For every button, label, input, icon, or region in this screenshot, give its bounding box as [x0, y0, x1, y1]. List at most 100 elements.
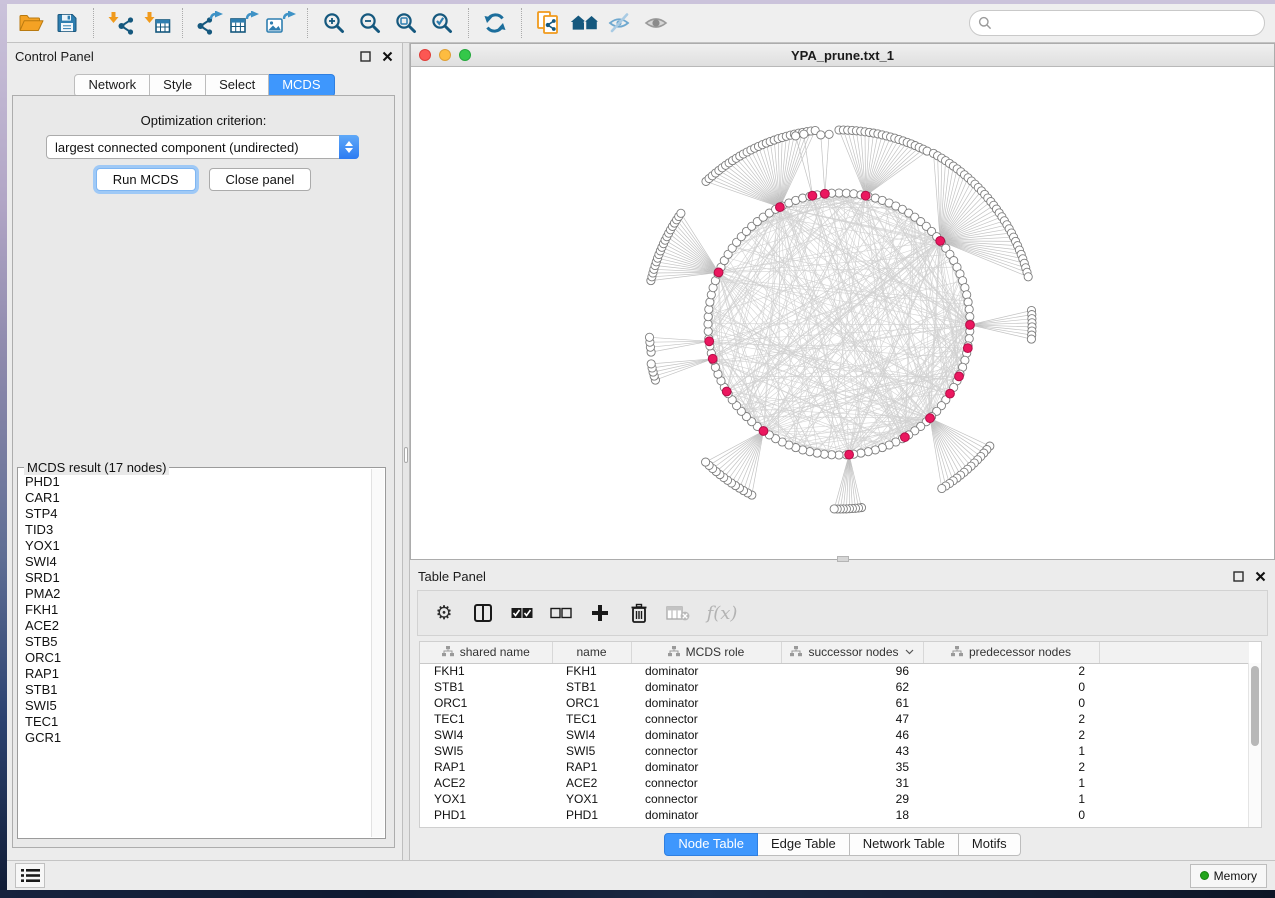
export-image-icon[interactable]: [265, 7, 297, 39]
add-column-icon[interactable]: [588, 600, 612, 626]
mcds-result-item[interactable]: STB5: [19, 634, 371, 650]
mcds-result-item[interactable]: STB1: [19, 682, 371, 698]
mcds-result-group: MCDS result (17 nodes) PHD1CAR1STP4TID3Y…: [17, 467, 386, 839]
duplicate-network-icon[interactable]: [532, 7, 564, 39]
horizontal-splitter-handle[interactable]: [837, 556, 849, 562]
table-panel-header: Table Panel: [410, 563, 1275, 589]
mcds-list-scrollbar[interactable]: [371, 469, 384, 837]
import-network-icon[interactable]: [104, 7, 136, 39]
column-label: shared name: [460, 645, 530, 659]
table-row[interactable]: SWI5SWI5connector431: [420, 743, 1249, 759]
zoom-in-icon[interactable]: [318, 7, 350, 39]
mcds-result-item[interactable]: TEC1: [19, 714, 371, 730]
control-panel-tabs: NetworkStyleSelectMCDS: [7, 74, 402, 97]
delete-table-icon[interactable]: [666, 600, 690, 626]
table-settings-icon[interactable]: ⚙︎: [432, 600, 456, 626]
mcds-result-item[interactable]: ACE2: [19, 618, 371, 634]
zoom-selected-icon[interactable]: [426, 7, 458, 39]
fx-label: f(x): [707, 603, 738, 624]
mcds-result-item[interactable]: SRD1: [19, 570, 371, 586]
close-panel-icon[interactable]: [1254, 570, 1267, 583]
control-panel: Control Panel NetworkStyleSelectMCDS Opt…: [7, 43, 402, 860]
table-scrollbar[interactable]: [1248, 663, 1261, 827]
table-row[interactable]: ORC1ORC1dominator610: [420, 695, 1249, 711]
mcds-result-item[interactable]: YOX1: [19, 538, 371, 554]
tab-style[interactable]: Style: [150, 74, 206, 97]
float-panel-icon[interactable]: [1232, 570, 1245, 583]
save-session-icon[interactable]: [51, 7, 83, 39]
mcds-result-item[interactable]: PHD1: [19, 474, 371, 490]
mcds-result-item[interactable]: GCR1: [19, 730, 371, 746]
cell: PHD1: [420, 807, 552, 823]
task-history-button[interactable]: [15, 863, 45, 888]
cell-filler: [1099, 743, 1249, 759]
tab-select[interactable]: Select: [206, 74, 269, 97]
table-scrollbar-thumb[interactable]: [1251, 666, 1259, 746]
export-network-icon[interactable]: [193, 7, 225, 39]
cell-filler: [1099, 759, 1249, 775]
tab-mcds[interactable]: MCDS: [269, 74, 334, 97]
tab-motifs[interactable]: Motifs: [959, 833, 1021, 856]
export-table-icon[interactable]: [229, 7, 261, 39]
cell: connector: [631, 743, 781, 759]
first-neighbors-icon[interactable]: [568, 7, 600, 39]
delete-column-icon[interactable]: [627, 600, 651, 626]
column-header-shared-name[interactable]: shared name: [420, 642, 552, 663]
splitter-handle[interactable]: [404, 447, 408, 463]
function-builder-icon[interactable]: f(x): [705, 600, 739, 626]
vertical-splitter[interactable]: [402, 43, 410, 860]
mcds-result-item[interactable]: FKH1: [19, 602, 371, 618]
float-panel-icon[interactable]: [359, 50, 372, 63]
refresh-view-icon[interactable]: [479, 7, 511, 39]
tab-network[interactable]: Network: [74, 74, 150, 97]
mcds-result-item[interactable]: SWI5: [19, 698, 371, 714]
search-field[interactable]: [969, 10, 1265, 36]
mcds-result-item[interactable]: RAP1: [19, 666, 371, 682]
table-row[interactable]: SWI4SWI4dominator462: [420, 727, 1249, 743]
mcds-result-item[interactable]: CAR1: [19, 490, 371, 506]
import-table-icon[interactable]: [140, 7, 172, 39]
run-mcds-button[interactable]: Run MCDS: [96, 168, 196, 191]
mcds-result-list[interactable]: PHD1CAR1STP4TID3YOX1SWI4SRD1PMA2FKH1ACE2…: [19, 474, 371, 837]
cell: 1: [923, 775, 1099, 791]
table-row[interactable]: TEC1TEC1connector472: [420, 711, 1249, 727]
search-input[interactable]: [998, 16, 1256, 31]
column-header-mcds-role[interactable]: MCDS role: [631, 642, 781, 663]
tab-edge-table[interactable]: Edge Table: [758, 833, 850, 856]
split-columns-icon[interactable]: [471, 600, 495, 626]
mcds-result-item[interactable]: ORC1: [19, 650, 371, 666]
tab-node-table[interactable]: Node Table: [664, 833, 758, 856]
memory-status-icon: [1200, 871, 1209, 880]
network-canvas[interactable]: [411, 67, 1274, 559]
select-all-icon[interactable]: [510, 600, 534, 626]
shared-column-icon: [790, 646, 802, 657]
mcds-result-item[interactable]: STP4: [19, 506, 371, 522]
zoom-fit-icon[interactable]: [390, 7, 422, 39]
column-header-predecessor-nodes[interactable]: predecessor nodes: [923, 642, 1099, 663]
toolbar-separator: [307, 8, 308, 38]
show-all-icon[interactable]: [640, 7, 672, 39]
cell: 2: [923, 663, 1099, 679]
mcds-result-item[interactable]: TID3: [19, 522, 371, 538]
tab-network-table[interactable]: Network Table: [850, 833, 959, 856]
close-panel-button[interactable]: Close panel: [209, 168, 312, 191]
table-row[interactable]: PHD1PHD1dominator180: [420, 807, 1249, 823]
mcds-result-item[interactable]: PMA2: [19, 586, 371, 602]
memory-button[interactable]: Memory: [1190, 864, 1267, 888]
close-panel-icon[interactable]: [381, 50, 394, 63]
table-row[interactable]: RAP1RAP1dominator352: [420, 759, 1249, 775]
table-row[interactable]: STB1STB1dominator620: [420, 679, 1249, 695]
hide-selected-icon[interactable]: [604, 7, 636, 39]
task-list-icon: [21, 868, 40, 883]
table-row[interactable]: ACE2ACE2connector311: [420, 775, 1249, 791]
deselect-all-icon[interactable]: [549, 600, 573, 626]
mcds-result-item[interactable]: SWI4: [19, 554, 371, 570]
table-row[interactable]: FKH1FKH1dominator962: [420, 663, 1249, 679]
table-row[interactable]: YOX1YOX1connector291: [420, 791, 1249, 807]
criterion-dropdown[interactable]: largest connected component (undirected): [46, 135, 359, 159]
column-header-name[interactable]: name: [552, 642, 631, 663]
open-session-icon[interactable]: [15, 7, 47, 39]
table-header-row: shared name nameMCDS rolesuccessor nodesp…: [420, 642, 1249, 663]
column-header-successor-nodes[interactable]: successor nodes: [781, 642, 923, 663]
zoom-out-icon[interactable]: [354, 7, 386, 39]
